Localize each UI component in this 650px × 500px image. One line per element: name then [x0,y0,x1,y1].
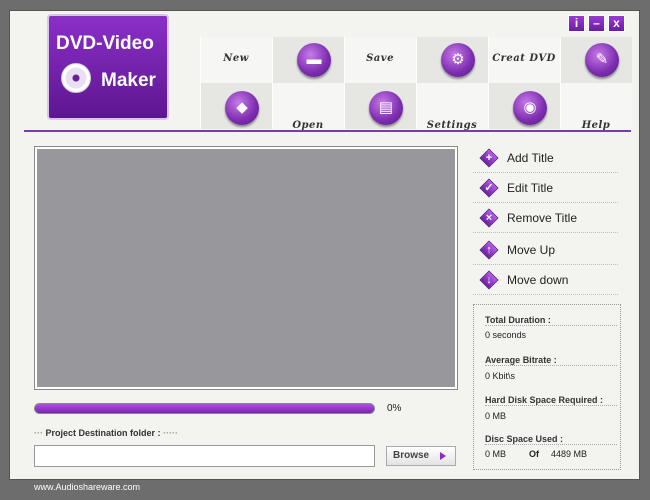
arrow-down-icon: ↓ [486,274,492,286]
disc-space-used: 0 MB [485,449,507,459]
x-icon: × [485,212,493,224]
header-divider [24,130,631,132]
logo-title-line2: Maker [101,70,156,91]
edit-title-label: Edit Title [507,181,554,195]
open-icon[interactable]: ◆ [225,91,259,125]
logo-title-line1: DVD-Video [56,33,154,54]
create-dvd-button[interactable]: Creat DVD [488,53,560,64]
app-logo: DVD-Video Maker [47,14,169,120]
divider [485,405,617,406]
destination-label-text: Project Destination folder : [45,428,161,438]
avg-bitrate-label: Average Bitrate : [485,355,557,365]
disc-space-total: 4489 MB [551,449,588,459]
edit-title-button[interactable]: ✓ Edit Title [473,175,618,203]
total-duration-value: 0 seconds [485,330,527,340]
hdd-space-label: Hard Disk Space Required : [485,395,604,405]
move-up-button[interactable]: ↑ Move Up [473,237,618,265]
play-arrow-icon [440,452,446,460]
arrow-up-icon: ↑ [486,244,492,256]
hdd-space-value: 0 MB [485,411,507,421]
minimize-button[interactable]: – [588,15,605,32]
disc-icon [61,63,91,93]
add-title-label: Add Title [507,151,554,165]
video-preview-area[interactable] [35,147,457,389]
create-dvd-icon[interactable]: ◉ [513,91,547,125]
remove-title-label: Remove Title [507,211,578,225]
move-up-label: Move Up [507,243,556,257]
disc-space-of: Of [529,449,539,459]
footer-url[interactable]: www.Audioshareware.com [34,482,140,492]
new-icon[interactable]: ▬ [297,43,331,77]
close-button[interactable]: x [608,15,625,32]
move-down-button[interactable]: ↓ Move down [473,267,618,295]
divider [485,444,617,445]
divider [485,365,617,366]
settings-gear-icon[interactable]: ⚙ [441,43,475,77]
disc-space-label: Disc Space Used : [485,434,564,444]
browse-label: Browse [393,450,430,461]
avg-bitrate-value: 0 Kbit\s [485,371,516,381]
progress-percent: 0% [387,403,402,414]
new-button[interactable]: New [200,53,272,64]
divider [485,325,617,326]
total-duration-label: Total Duration : [485,315,551,325]
plus-icon: + [485,152,493,164]
save-button[interactable]: Save [344,53,416,64]
check-icon: ✓ [484,182,494,194]
app-body: DVD-Video Maker i – x New Save Creat DVD… [9,10,640,480]
destination-label: ··· Project Destination folder : ····· [34,428,179,438]
destination-folder-input[interactable] [34,445,375,467]
add-title-button[interactable]: + Add Title [473,145,618,173]
save-icon[interactable]: ▤ [369,91,403,125]
move-down-label: Move down [507,273,569,287]
browse-button[interactable]: Browse [386,446,456,466]
help-icon[interactable]: ✎ [585,43,619,77]
toolbar: New Save Creat DVD Open Settings Help ▬ … [200,37,632,131]
remove-title-button[interactable]: × Remove Title [473,205,618,233]
project-stats-panel: Total Duration : 0 seconds Average Bitra… [473,304,621,470]
progress-bar [34,403,375,414]
info-button[interactable]: i [568,15,585,32]
